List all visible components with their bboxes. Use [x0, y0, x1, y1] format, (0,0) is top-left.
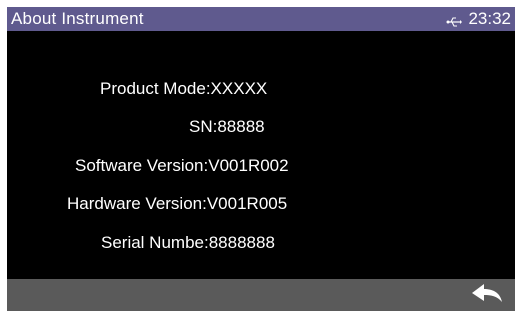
title-bar: About Instrument 23:32: [7, 7, 515, 31]
sn-text: SN:88888: [189, 117, 265, 136]
usb-icon: [446, 13, 463, 27]
instrument-screen: About Instrument 23:32 Product Mode:XXXX…: [7, 7, 515, 311]
clock: 23:32: [468, 9, 511, 28]
status-area: 23:32: [446, 9, 511, 29]
page-title: About Instrument: [11, 9, 144, 28]
software-version-text: Software Version:V001R002: [75, 156, 289, 175]
serial-number-text: Serial Numbe:8888888: [101, 233, 275, 252]
back-button[interactable]: [469, 282, 505, 308]
hardware-version-text: Hardware Version:V001R005: [67, 194, 288, 213]
back-arrow-icon: [470, 282, 504, 309]
bottom-bar: [7, 279, 515, 311]
instrument-info: Product Mode:XXXXX SN:88888 Software Ver…: [7, 31, 515, 279]
product-mode-text: Product Mode:XXXXX: [100, 79, 268, 98]
